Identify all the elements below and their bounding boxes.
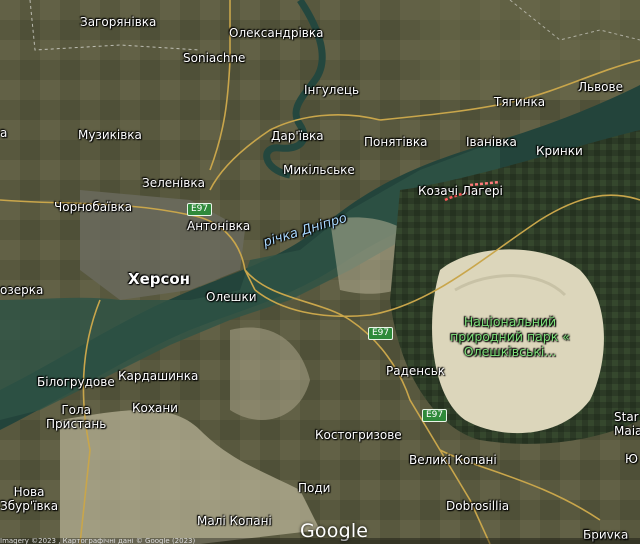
place-label-velyki-kopani: Великі Копані — [409, 453, 497, 467]
place-label-krynky: Кринки — [536, 144, 583, 158]
national-park-label[interactable]: Національний природний парк « Олешківськ… — [450, 314, 570, 359]
place-label-zelenivka: Зеленівка — [142, 176, 205, 190]
place-label-lvove: Львове — [578, 80, 623, 94]
place-label-tiahynka: Тягинка — [494, 95, 546, 109]
place-label-soniachne: Soniachne — [183, 51, 246, 65]
map-copyright: Imagery ©2023 , Картографічні дані © Goo… — [0, 538, 640, 544]
place-label-bilohrudove: Білогрудове — [37, 375, 115, 389]
road-shield-e97: E97 — [187, 203, 213, 216]
place-label-muzykivka: Музиківка — [78, 128, 142, 142]
place-label-chornobaivka: Чорнобаївка — [54, 200, 133, 214]
place-label-ivanivka: Іванівка — [466, 135, 517, 149]
place-label-kozachi-laheri: Козачі Лагері — [418, 184, 503, 198]
place-label-kostohryzove: Костогризове — [315, 428, 402, 442]
place-label-pody: Поди — [298, 481, 331, 495]
place-label-dobrosillia: Dobrosillia — [446, 499, 510, 513]
place-label-yu: Ю — [625, 452, 638, 466]
place-label-mykilske: Микільське — [283, 163, 355, 177]
place-label-a: а — [0, 126, 8, 140]
map-view[interactable]: Загорянівка Олександрівка Soniachne Інгу… — [0, 0, 640, 544]
place-label-kardashynka: Кардашинка — [118, 369, 199, 383]
place-label-oleshky: Олешки — [206, 290, 257, 304]
place-label-ozerka: озерка — [0, 283, 44, 297]
place-label-nova-zburivka: Нова Збур'ївка — [0, 485, 59, 513]
place-label-mali-kopani: Малі Копані — [197, 514, 272, 528]
place-label-kokhany: Кохани — [132, 401, 178, 415]
satellite-imagery — [0, 0, 640, 544]
place-label-oleksandrivka: Олександрівка — [229, 26, 324, 40]
place-label-antonivka: Антонівка — [187, 219, 251, 233]
place-label-ponyativka: Понятівка — [364, 135, 428, 149]
place-label-radensk: Раденськ — [386, 364, 446, 378]
place-label-darivka: Дар'ївка — [271, 129, 324, 143]
place-label-zahoriankivka: Загорянівка — [80, 15, 157, 29]
place-label-hola-prystan: Гола Пристань — [46, 403, 107, 431]
place-label-star-maias: Star Maias — [614, 410, 640, 438]
place-label-inhulets: Інгулець — [304, 83, 360, 97]
road-shield-e97: E97 — [422, 409, 448, 422]
place-label-kherson[interactable]: Херсон — [128, 271, 190, 288]
road-shield-e97: E97 — [368, 327, 394, 340]
